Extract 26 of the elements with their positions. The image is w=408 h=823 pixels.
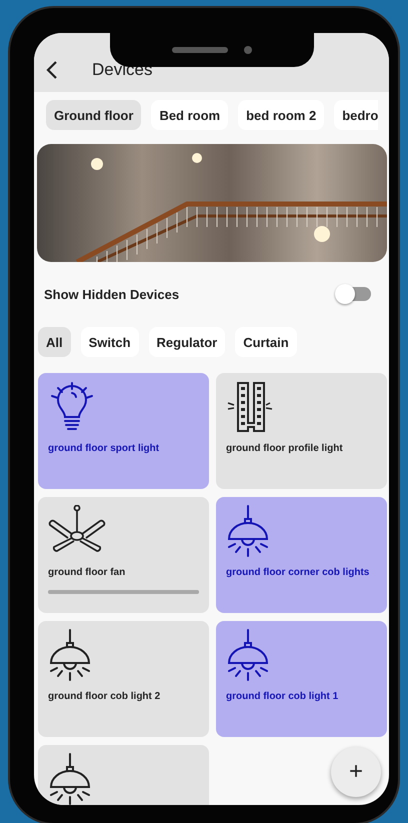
toggle-switch[interactable] (337, 287, 371, 301)
room-tab[interactable]: Bed room (151, 100, 228, 130)
filter-tab[interactable]: Regulator (148, 327, 226, 357)
device-card[interactable]: ground floor sport light (38, 373, 209, 489)
device-card[interactable]: ground floor profile light (216, 373, 387, 489)
speed-slider[interactable] (48, 590, 199, 594)
ceiling-fan-icon (48, 505, 106, 555)
room-tab[interactable]: bedro (334, 100, 378, 130)
setting-label: Show Hidden Devices (44, 286, 180, 302)
device-name: ground floor sport light (48, 443, 160, 454)
device-name: ground floor cob light 1 (226, 691, 340, 702)
device-name: ground floor cob light 2 (48, 691, 162, 702)
room-tab[interactable]: bed room 2 (238, 100, 324, 130)
add-button[interactable]: + (331, 747, 381, 797)
device-card[interactable]: ground floor cob light 1 (216, 621, 387, 737)
device-card[interactable]: ground floor corner cob lights (216, 497, 387, 613)
filter-tab[interactable]: Curtain (235, 327, 297, 357)
filter-tab[interactable]: All (38, 327, 71, 357)
device-name: ground floor corner cob lights (226, 567, 370, 578)
device-name: ground floor profile light (226, 443, 344, 454)
room-tab[interactable]: Ground floor (46, 100, 142, 130)
device-card[interactable]: ground floor cob light 2 (38, 621, 209, 737)
filter-tab[interactable]: Switch (80, 327, 139, 357)
device-name: ground floor fan (48, 567, 126, 578)
device-card[interactable]: ground floor fan (38, 497, 209, 613)
light-bulb-icon (48, 381, 96, 431)
